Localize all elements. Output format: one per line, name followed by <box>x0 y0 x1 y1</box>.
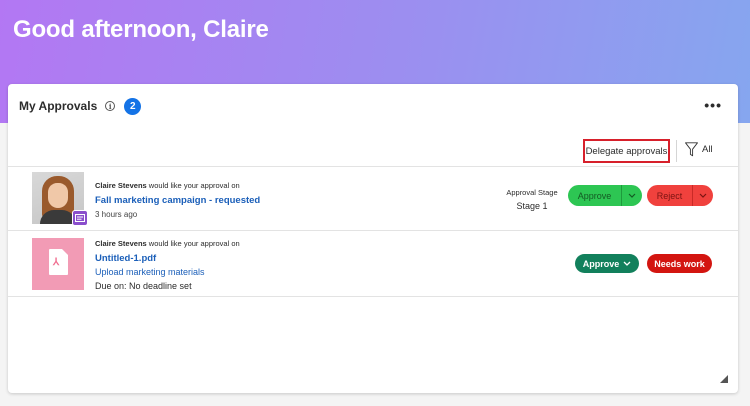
approve-button[interactable]: Approve <box>568 185 621 206</box>
filter-button[interactable]: All <box>685 142 713 157</box>
approve-label: Approve <box>582 258 620 269</box>
resize-handle-icon[interactable] <box>720 375 728 383</box>
request-time: 3 hours ago <box>95 210 138 219</box>
approvals-count-badge: 2 <box>124 97 142 115</box>
filter-label: All <box>702 144 713 155</box>
approval-row: ⅄ Claire Stevens would like your approva… <box>8 232 738 296</box>
approval-title-link[interactable]: Fall marketing campaign - requested <box>95 195 260 206</box>
due-date: Due on: No deadline set <box>95 281 192 291</box>
more-options-icon[interactable]: ••• <box>704 97 722 113</box>
approve-split-button: Approve <box>568 185 642 206</box>
card-header: My Approvals i 2 <box>19 97 142 115</box>
approval-stage-value: Stage 1 <box>516 201 548 211</box>
pdf-file-thumbnail: ⅄ <box>32 238 84 290</box>
divider <box>8 296 738 297</box>
request-text: would like your approval on <box>148 239 240 248</box>
reject-button[interactable]: Reject <box>647 185 692 206</box>
my-approvals-card: My Approvals i 2 ••• Delegate approvals … <box>8 84 738 393</box>
delegate-approvals-button[interactable]: Delegate approvals <box>583 139 670 163</box>
card-title: My Approvals <box>19 99 98 113</box>
pdf-icon: ⅄ <box>49 249 68 275</box>
filter-icon <box>685 142 698 157</box>
info-icon[interactable]: i <box>105 101 116 111</box>
file-name-link[interactable]: Untitled-1.pdf <box>95 253 156 264</box>
task-list-icon <box>72 210 88 226</box>
request-line: Claire Stevens would like your approval … <box>95 181 240 190</box>
divider <box>8 230 738 231</box>
approve-dropdown-button[interactable]: Approve <box>575 254 639 273</box>
request-text: would like your approval on <box>148 181 240 190</box>
greeting-title: Good afternoon, Claire <box>13 16 269 43</box>
reject-split-button: Reject <box>647 185 713 206</box>
requester-name: Claire Stevens <box>95 239 147 248</box>
divider <box>8 166 738 167</box>
needs-work-button[interactable]: Needs work <box>647 254 712 273</box>
reject-options-button[interactable] <box>692 185 712 206</box>
chevron-down-icon <box>628 193 635 198</box>
approve-options-button[interactable] <box>621 185 641 206</box>
approval-row: Claire Stevens would like your approval … <box>8 168 738 230</box>
approval-stage-label: Approval Stage <box>506 188 558 197</box>
chevron-down-icon <box>699 193 706 198</box>
requester-name: Claire Stevens <box>95 181 147 190</box>
task-link[interactable]: Upload marketing materials <box>95 267 205 277</box>
chevron-down-icon <box>623 261 631 266</box>
request-line: Claire Stevens would like your approval … <box>95 239 240 248</box>
toolbar-divider <box>676 140 677 162</box>
